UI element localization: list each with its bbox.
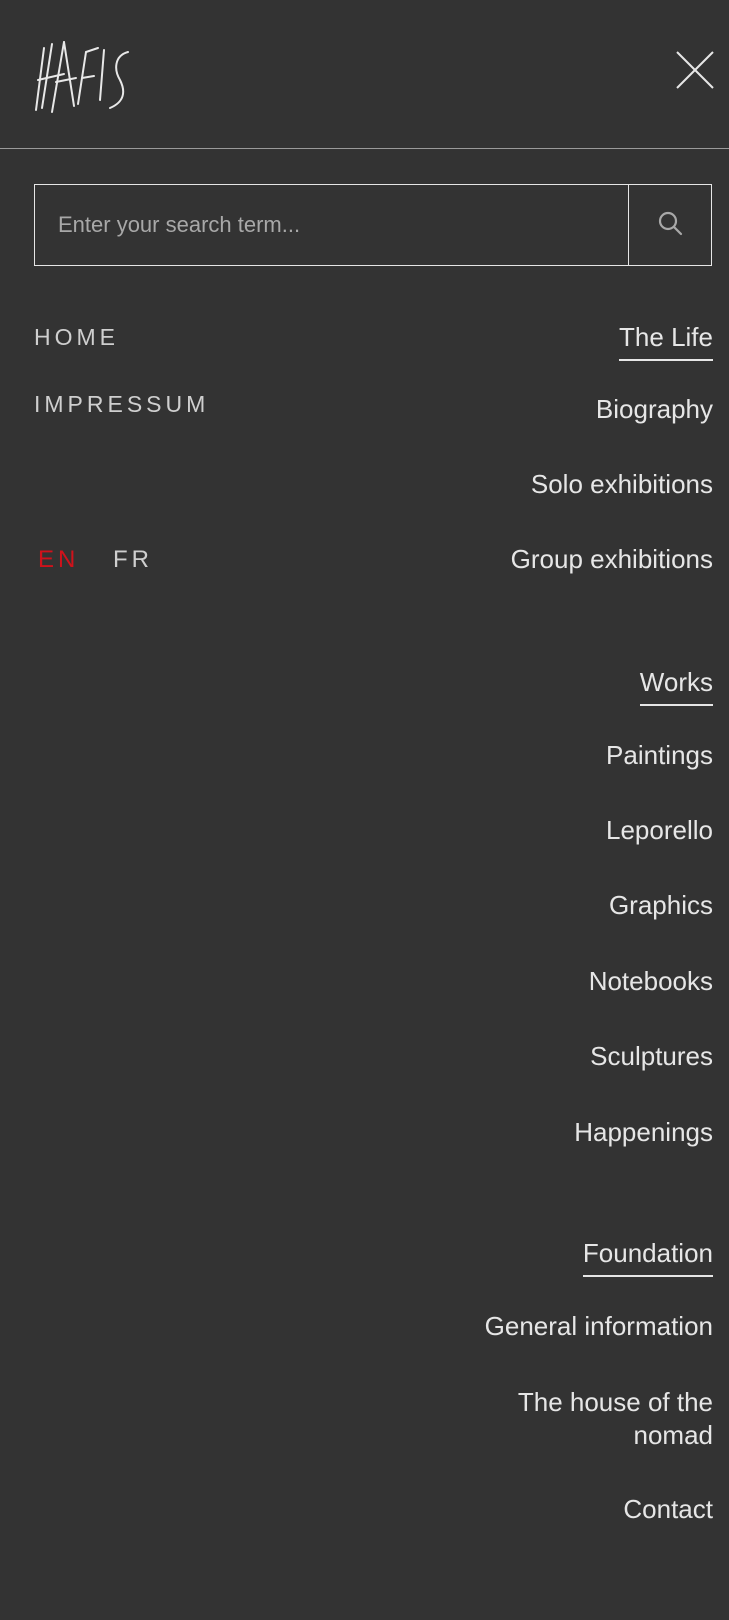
hafis-logo[interactable]	[34, 40, 138, 116]
menu-item-group-exhibitions[interactable]: Group exhibitions	[511, 544, 713, 575]
menu-item-happenings[interactable]: Happenings	[574, 1117, 713, 1148]
menu-heading-foundation[interactable]: Foundation	[582, 1238, 713, 1277]
impressum-link[interactable]: IMPRESSUM	[34, 391, 209, 418]
menu-item-house-of-the-nomad[interactable]: The house of the nomad	[483, 1386, 713, 1452]
search-input[interactable]	[35, 185, 628, 265]
menu-item-sculptures[interactable]: Sculptures	[590, 1041, 713, 1072]
menu-item-solo-exhibitions[interactable]: Solo exhibitions	[531, 469, 713, 500]
menu-item-graphics[interactable]: Graphics	[609, 890, 713, 921]
home-link[interactable]: HOME	[34, 324, 119, 351]
search-icon	[657, 210, 683, 241]
search-form	[34, 184, 712, 266]
close-icon[interactable]	[676, 51, 714, 89]
menu-item-paintings[interactable]: Paintings	[606, 740, 713, 771]
menu-item-biography[interactable]: Biography	[596, 394, 713, 425]
language-fr[interactable]: FR	[113, 546, 153, 574]
menu-item-contact[interactable]: Contact	[623, 1494, 713, 1525]
menu-item-leporello[interactable]: Leporello	[606, 815, 713, 846]
menu-heading-the-life[interactable]: The Life	[619, 322, 713, 361]
header	[0, 0, 729, 149]
menu-heading-works[interactable]: Works	[639, 667, 713, 706]
menu-item-general-information[interactable]: General information	[485, 1311, 713, 1342]
menu-item-notebooks[interactable]: Notebooks	[589, 966, 713, 997]
language-en[interactable]: EN	[38, 546, 79, 574]
search-button[interactable]	[628, 185, 711, 265]
